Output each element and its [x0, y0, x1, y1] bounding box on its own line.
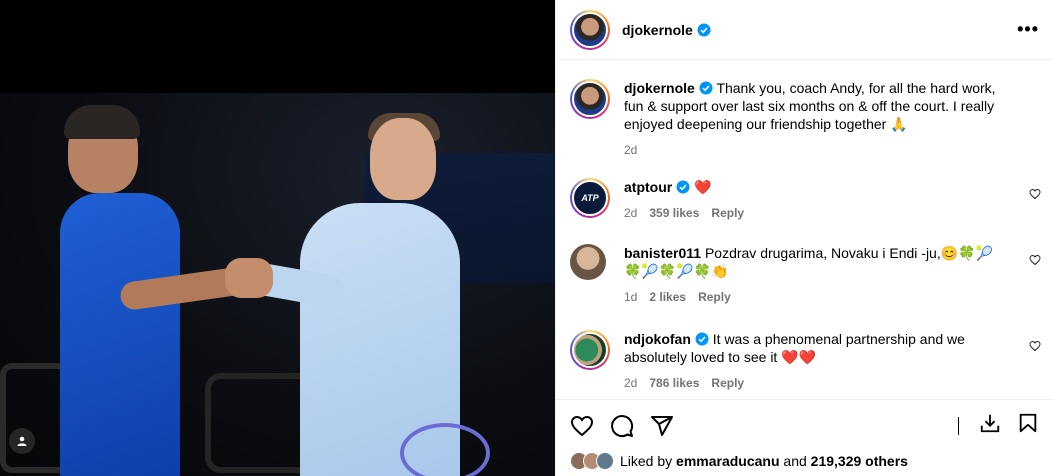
download-icon[interactable]	[979, 412, 1001, 439]
tennis-racket	[400, 423, 490, 476]
player-head	[370, 118, 436, 200]
comment-username[interactable]: atptour	[624, 179, 672, 195]
liker-username[interactable]: emmaraducanu	[676, 453, 779, 469]
avatar	[596, 452, 614, 470]
comments-list: djokernole Thank you, coach Andy, for al…	[556, 61, 1053, 399]
caption-age[interactable]: 2d	[624, 141, 637, 159]
player-shirt	[60, 193, 180, 476]
share-icon[interactable]	[650, 414, 674, 438]
comment-username[interactable]: ndjokofan	[624, 331, 691, 347]
likes-count[interactable]: 219,329 others	[811, 453, 908, 469]
comment-text: ❤️	[694, 179, 712, 195]
post-sidebar: djokernole ••• djokernole Thank you, coa…	[555, 0, 1053, 476]
verified-badge-icon	[676, 180, 690, 194]
heart-icon[interactable]	[1029, 340, 1041, 352]
comment-age[interactable]: 2d	[624, 204, 637, 222]
caption-username[interactable]: djokernole	[624, 80, 695, 96]
reply-button[interactable]: Reply	[711, 204, 744, 222]
reply-button[interactable]: Reply	[698, 288, 731, 306]
heart-icon[interactable]	[1029, 188, 1041, 200]
action-bar	[556, 399, 1053, 451]
verified-badge-icon	[695, 332, 709, 346]
reply-button[interactable]: Reply	[711, 374, 744, 392]
comment-likes[interactable]: 2 likes	[649, 288, 686, 306]
bookmark-icon[interactable]	[1017, 412, 1039, 439]
likes-summary: Liked by emmaraducanu and 219,329 others	[570, 452, 908, 470]
likes-prefix: Liked by	[620, 453, 673, 469]
post-header: djokernole •••	[556, 0, 1053, 60]
avatar[interactable]	[570, 330, 610, 370]
player-hair	[64, 105, 140, 139]
verified-badge-icon	[699, 81, 713, 95]
post-photo[interactable]	[0, 93, 555, 476]
comment-likes[interactable]: 359 likes	[649, 204, 699, 222]
verified-badge-icon	[697, 23, 711, 36]
comment-item: banister011 Pozdrav drugarima, Novaku i …	[556, 244, 1053, 306]
comment-age[interactable]: 2d	[624, 374, 637, 392]
comment-item: ndjokofan It was a phenomenal partnershi…	[556, 330, 1053, 392]
likes-joiner: and	[783, 453, 807, 469]
handshake	[225, 258, 273, 298]
comment-likes[interactable]: 786 likes	[649, 374, 699, 392]
comment-item: ATP atptour ❤️ 2d 359 likes Reply	[556, 178, 1053, 222]
heart-icon[interactable]	[1029, 254, 1041, 266]
avatar[interactable]	[570, 79, 610, 119]
avatar[interactable]	[570, 244, 606, 280]
post-username[interactable]: djokernole	[622, 22, 711, 38]
comment-age[interactable]: 1d	[624, 288, 637, 306]
liker-avatars[interactable]	[570, 452, 614, 470]
more-horizontal-icon[interactable]: •••	[1017, 20, 1039, 38]
user-tag-icon[interactable]	[9, 428, 35, 454]
comment-icon[interactable]	[610, 414, 634, 438]
avatar[interactable]	[570, 9, 610, 50]
post-media[interactable]	[0, 0, 555, 476]
heart-icon[interactable]	[570, 414, 594, 438]
avatar[interactable]: ATP	[570, 178, 610, 218]
post-caption: djokernole Thank you, coach Andy, for al…	[556, 79, 1053, 159]
comment-username[interactable]: banister011	[624, 245, 701, 261]
cursor-caret	[958, 416, 959, 435]
